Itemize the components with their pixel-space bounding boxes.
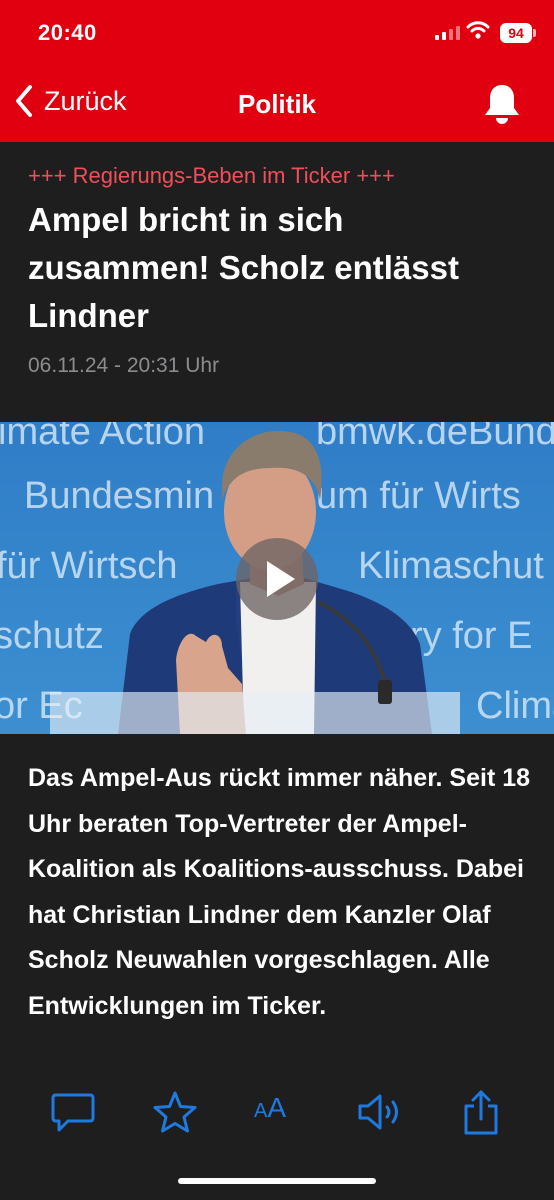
- status-bar: 20:40 94: [0, 0, 554, 68]
- star-icon[interactable]: [152, 1090, 198, 1136]
- nav-bar: Zurück Politik: [0, 78, 554, 132]
- backdrop-text: um für Wirts: [316, 475, 521, 517]
- article-date: 06.11.24 - 20:31 Uhr: [28, 354, 220, 377]
- back-button[interactable]: Zurück: [14, 84, 127, 118]
- comment-icon[interactable]: [50, 1090, 96, 1136]
- text-size-icon[interactable]: AA: [254, 1092, 286, 1124]
- speaker-icon[interactable]: [356, 1090, 404, 1136]
- cellular-signal-icon: [435, 24, 460, 40]
- article-toolbar: AA: [0, 1084, 554, 1144]
- backdrop-text: imate Action: [0, 422, 205, 453]
- wifi-icon: [466, 21, 490, 39]
- article-headline: Ampel bricht in sich zusammen! Scholz en…: [28, 201, 459, 334]
- backdrop-text: Bundesmin: [24, 475, 214, 517]
- back-label: Zurück: [44, 85, 127, 116]
- battery-icon: 94: [500, 23, 536, 43]
- status-time: 20:40: [38, 20, 97, 45]
- article-kicker: +++ Regierungs-Beben im Ticker +++: [28, 163, 395, 188]
- share-icon[interactable]: [460, 1090, 502, 1136]
- backdrop-text: Bund: [468, 422, 554, 453]
- bell-icon[interactable]: [482, 82, 522, 126]
- backdrop-text: schutz: [0, 615, 104, 657]
- chevron-left-icon: [16, 85, 32, 117]
- app-header: 20:40 94 Zurück Politik: [0, 0, 554, 142]
- article-lede: Das Ampel-Aus rückt immer näher. Seit 18…: [28, 764, 531, 1020]
- backdrop-text: Klimaschut: [358, 545, 544, 587]
- play-button[interactable]: [236, 538, 318, 620]
- home-indicator[interactable]: [178, 1178, 376, 1184]
- article-header: +++ Regierungs-Beben im Ticker +++ Ampel…: [0, 162, 554, 378]
- backdrop-text: für Wirtsch: [0, 545, 178, 587]
- backdrop-text: ry for E: [410, 615, 532, 657]
- backdrop-text: bmwk.de: [316, 422, 468, 453]
- backdrop-text: Clima: [476, 685, 554, 727]
